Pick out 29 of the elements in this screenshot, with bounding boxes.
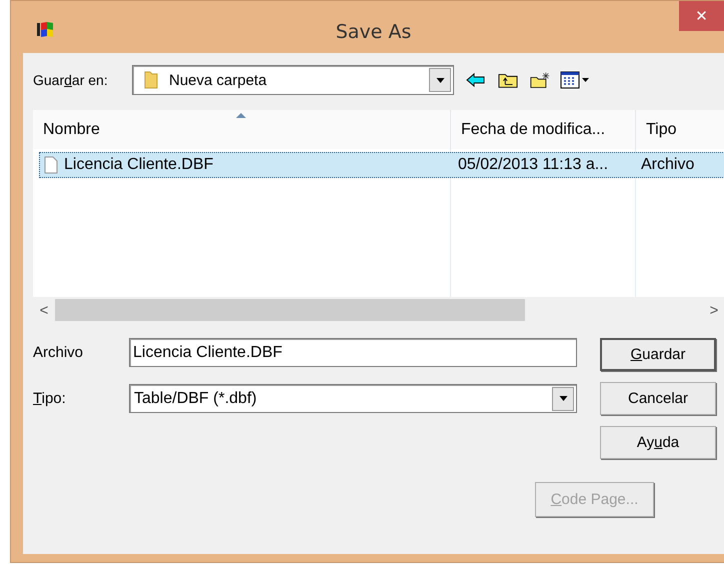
flag-icon [35, 21, 55, 39]
file-row[interactable]: Licencia Cliente.DBF 05/02/2013 11:13 a... Archivo [39, 152, 724, 178]
window-title: Save As [334, 21, 412, 43]
file-type-dropdown[interactable]: Table/DBF (*.dbf) [129, 384, 577, 413]
back-arrow-icon[interactable] [466, 71, 486, 89]
dropdown-arrow-icon [558, 396, 568, 401]
folder-icon [143, 70, 159, 90]
table-cell: Archivo [641, 156, 694, 174]
dialog-button[interactable]: Guardar [600, 338, 716, 371]
dropdown-arrow-icon [436, 78, 444, 82]
location-dropdown[interactable]: Nueva carpeta [132, 65, 454, 95]
table-cell: 05/02/2013 11:13 a... [458, 156, 608, 174]
scroll-right-button[interactable]: > [703, 302, 724, 318]
save-in-label: Guardar en: [33, 72, 109, 88]
table-cell: Licencia Cliente.DBF [64, 156, 214, 174]
scroll-left-button[interactable]: < [33, 302, 55, 318]
close-button[interactable]: ✕ [679, 1, 724, 31]
dialog-button[interactable]: Ayuda [600, 426, 716, 459]
document-icon [44, 156, 58, 174]
new-folder-icon[interactable] [530, 71, 550, 89]
file-name-field[interactable]: Licencia Cliente.DBF [129, 338, 577, 367]
dialog-button[interactable]: Cancelar [600, 382, 716, 415]
file-type-label: Tipo: [33, 390, 67, 407]
column-header[interactable]: Tipo [636, 110, 724, 149]
up-folder-icon[interactable] [498, 71, 518, 89]
file-name-label: Archivo [33, 344, 84, 361]
view-menu-icon[interactable] [560, 71, 590, 89]
column-header[interactable]: Fecha de modifica... [451, 110, 636, 149]
column-header[interactable]: Nombre [33, 110, 451, 149]
